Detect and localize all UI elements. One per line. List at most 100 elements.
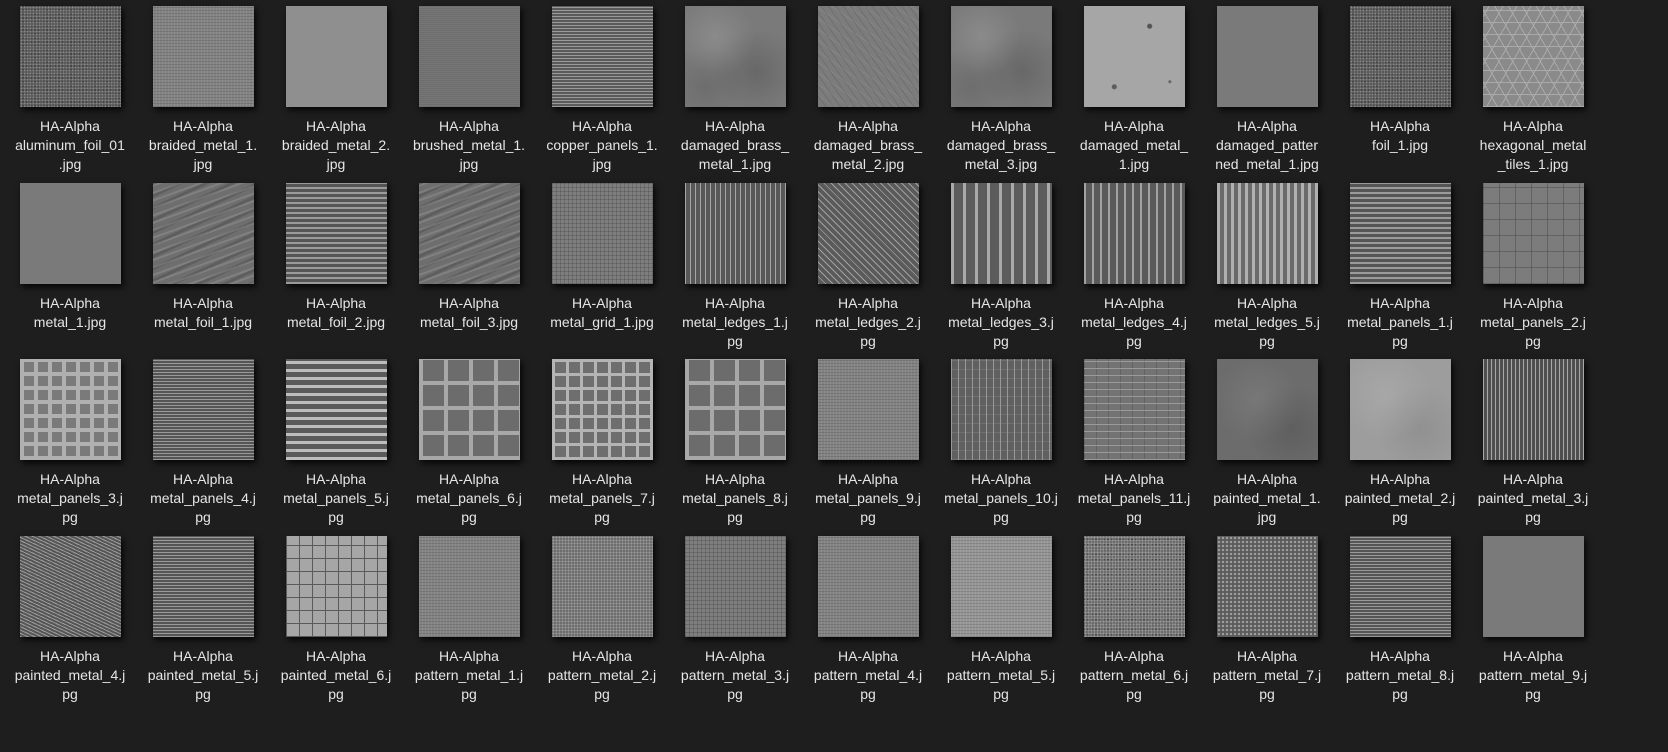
file-item[interactable]: HA-Alpha metal_panels_7.j pg: [532, 353, 672, 541]
file-thumbnail: [153, 536, 254, 637]
file-item[interactable]: HA-Alpha metal_ledges_4.j pg: [1064, 177, 1204, 365]
file-item[interactable]: HA-Alpha painted_metal_5.j pg: [133, 530, 273, 718]
file-item[interactable]: HA-Alpha aluminum_foil_01 .jpg: [0, 0, 140, 188]
file-name-line: HA-Alpha: [572, 295, 632, 311]
file-thumbnail: [153, 183, 254, 284]
file-item[interactable]: HA-Alpha damaged_patter ned_metal_1.jpg: [1197, 0, 1337, 188]
file-thumbnail: [1483, 536, 1584, 637]
file-item[interactable]: HA-Alpha metal_panels_6.j pg: [399, 353, 539, 541]
file-name-line: jpg: [326, 156, 346, 172]
file-thumbnail: [286, 6, 387, 107]
file-thumbnail: [419, 359, 520, 460]
file-name-line: HA-Alpha: [1104, 648, 1164, 664]
file-name-line: metal_panels_3.j: [17, 490, 123, 506]
file-name-line: jpg: [1257, 509, 1277, 525]
file-item[interactable]: HA-Alpha braided_metal_2. jpg: [266, 0, 406, 188]
file-thumbnail: [552, 359, 653, 460]
file-name-line: HA-Alpha: [971, 295, 1031, 311]
file-item[interactable]: HA-Alpha metal_foil_2.jpg: [266, 177, 406, 365]
file-name-line: HA-Alpha: [1370, 471, 1430, 487]
file-item[interactable]: HA-Alpha braided_metal_1. jpg: [133, 0, 273, 188]
file-name-line: pg: [1126, 333, 1142, 349]
file-item[interactable]: HA-Alpha metal_ledges_2.j pg: [798, 177, 938, 365]
file-name-line: pattern_metal_8.j: [1345, 667, 1455, 683]
file-name-line: braided_metal_1.: [148, 137, 258, 153]
file-item[interactable]: HA-Alpha metal_panels_4.j pg: [133, 353, 273, 541]
file-item[interactable]: HA-Alpha metal_foil_1.jpg: [133, 177, 273, 365]
file-name-line: HA-Alpha: [439, 648, 499, 664]
file-name-label: HA-Alpha braided_metal_2. jpg: [266, 117, 406, 174]
file-item[interactable]: HA-Alpha metal_foil_3.jpg: [399, 177, 539, 365]
file-name-line: metal_2.jpg: [831, 156, 905, 172]
file-name-line: pg: [1259, 686, 1275, 702]
file-name-line: pg: [1392, 686, 1408, 702]
file-item[interactable]: HA-Alpha foil_1.jpg: [1330, 0, 1470, 188]
file-item[interactable]: HA-Alpha metal_panels_1.j pg: [1330, 177, 1470, 365]
file-item[interactable]: HA-Alpha metal_panels_5.j pg: [266, 353, 406, 541]
file-name-line: pg: [461, 686, 477, 702]
file-name-line: HA-Alpha: [838, 471, 898, 487]
file-name-line: HA-Alpha: [572, 648, 632, 664]
file-item[interactable]: HA-Alpha metal_panels_11.j pg: [1064, 353, 1204, 541]
file-item[interactable]: HA-Alpha brushed_metal_1. jpg: [399, 0, 539, 188]
file-name-label: HA-Alpha copper_panels_1. jpg: [532, 117, 672, 174]
file-item[interactable]: HA-Alpha metal_panels_3.j pg: [0, 353, 140, 541]
file-name-line: HA-Alpha: [306, 471, 366, 487]
file-item[interactable]: HA-Alpha pattern_metal_7.j pg: [1197, 530, 1337, 718]
file-name-line: metal_ledges_2.j: [815, 314, 921, 330]
file-thumbnail: [20, 183, 121, 284]
file-name-line: damaged_brass_: [680, 137, 790, 153]
file-item[interactable]: HA-Alpha metal_panels_8.j pg: [665, 353, 805, 541]
file-name-line: pattern_metal_4.j: [813, 667, 923, 683]
file-name-line: damaged_brass_: [946, 137, 1056, 153]
file-item[interactable]: HA-Alpha painted_metal_4.j pg: [0, 530, 140, 718]
file-name-line: metal_1.jpg: [33, 314, 107, 330]
file-thumbnail: [1084, 183, 1185, 284]
file-item[interactable]: HA-Alpha metal_panels_2.j pg: [1463, 177, 1603, 365]
file-item[interactable]: HA-Alpha pattern_metal_6.j pg: [1064, 530, 1204, 718]
file-item[interactable]: HA-Alpha metal_panels_10.j pg: [931, 353, 1071, 541]
file-name-label: HA-Alpha metal_ledges_2.j pg: [798, 294, 938, 351]
file-item[interactable]: HA-Alpha damaged_brass_ metal_1.jpg: [665, 0, 805, 188]
file-item[interactable]: HA-Alpha damaged_brass_ metal_2.jpg: [798, 0, 938, 188]
file-item[interactable]: HA-Alpha pattern_metal_3.j pg: [665, 530, 805, 718]
file-item[interactable]: HA-Alpha pattern_metal_2.j pg: [532, 530, 672, 718]
file-name-line: HA-Alpha: [971, 471, 1031, 487]
file-item[interactable]: HA-Alpha painted_metal_6.j pg: [266, 530, 406, 718]
file-item[interactable]: HA-Alpha painted_metal_3.j pg: [1463, 353, 1603, 541]
file-name-line: pg: [594, 686, 610, 702]
file-item[interactable]: HA-Alpha metal_ledges_5.j pg: [1197, 177, 1337, 365]
file-thumbnail: [685, 6, 786, 107]
file-name-line: HA-Alpha: [1104, 295, 1164, 311]
file-name-line: HA-Alpha: [1237, 295, 1297, 311]
file-item[interactable]: HA-Alpha damaged_brass_ metal_3.jpg: [931, 0, 1071, 188]
file-thumbnail: [20, 536, 121, 637]
file-item[interactable]: HA-Alpha pattern_metal_1.j pg: [399, 530, 539, 718]
file-name-line: HA-Alpha: [1237, 471, 1297, 487]
file-item[interactable]: HA-Alpha pattern_metal_9.j pg: [1463, 530, 1603, 718]
file-item[interactable]: HA-Alpha pattern_metal_4.j pg: [798, 530, 938, 718]
file-name-line: painted_metal_6.j: [280, 667, 392, 683]
file-item[interactable]: HA-Alpha metal_grid_1.jpg: [532, 177, 672, 365]
file-item[interactable]: HA-Alpha hexagonal_metal _tiles_1.jpg: [1463, 0, 1603, 188]
file-name-label: HA-Alpha hexagonal_metal _tiles_1.jpg: [1463, 117, 1603, 174]
file-name-line: damaged_metal_: [1079, 137, 1189, 153]
file-thumbnail: [286, 536, 387, 637]
file-name-line: pg: [62, 509, 78, 525]
file-item[interactable]: HA-Alpha metal_1.jpg: [0, 177, 140, 365]
file-item[interactable]: HA-Alpha painted_metal_1. jpg: [1197, 353, 1337, 541]
file-item[interactable]: HA-Alpha pattern_metal_5.j pg: [931, 530, 1071, 718]
file-name-line: HA-Alpha: [173, 118, 233, 134]
file-item[interactable]: HA-Alpha pattern_metal_8.j pg: [1330, 530, 1470, 718]
file-name-line: damaged_brass_: [813, 137, 923, 153]
file-thumbnail: [685, 536, 786, 637]
file-item[interactable]: HA-Alpha metal_panels_9.j pg: [798, 353, 938, 541]
file-item[interactable]: HA-Alpha painted_metal_2.j pg: [1330, 353, 1470, 541]
file-item[interactable]: HA-Alpha damaged_metal_ 1.jpg: [1064, 0, 1204, 188]
file-name-line: HA-Alpha: [173, 648, 233, 664]
file-item[interactable]: HA-Alpha metal_ledges_1.j pg: [665, 177, 805, 365]
file-name-label: HA-Alpha pattern_metal_4.j pg: [798, 647, 938, 704]
file-item[interactable]: HA-Alpha metal_ledges_3.j pg: [931, 177, 1071, 365]
file-name-line: pg: [328, 509, 344, 525]
file-item[interactable]: HA-Alpha copper_panels_1. jpg: [532, 0, 672, 188]
